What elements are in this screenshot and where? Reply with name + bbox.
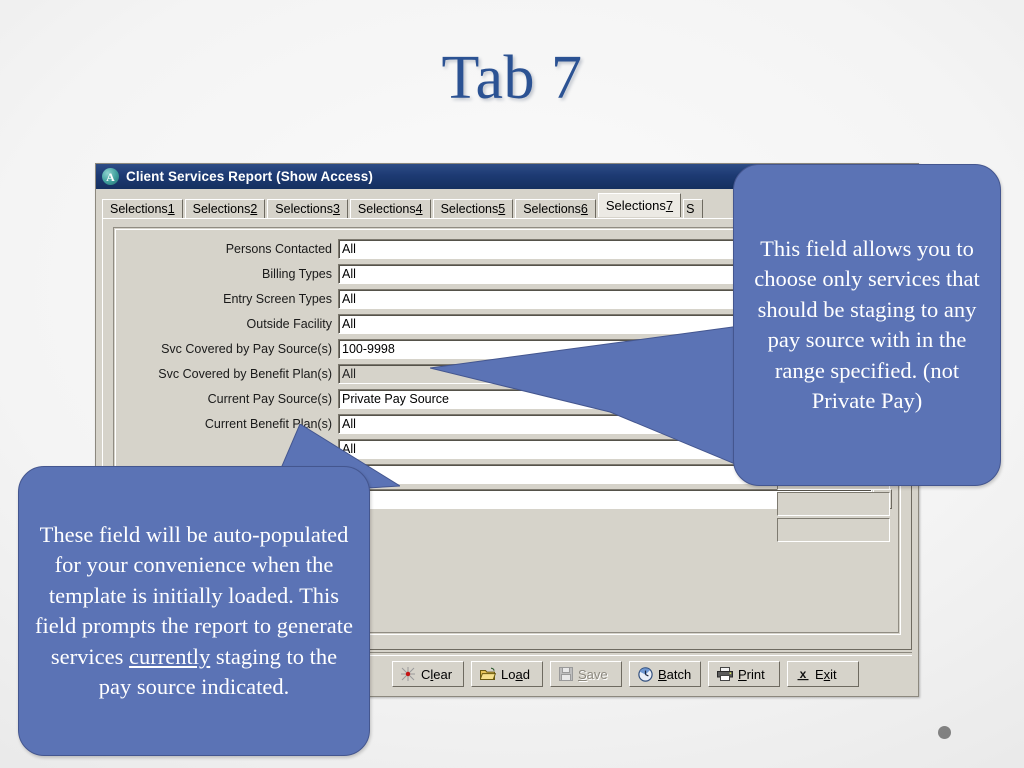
slide-canvas: Tab 7 A Client Services Report (Show Acc… [0,0,1024,768]
clear-button-label: Clear [421,666,453,682]
printer-icon [717,667,733,681]
field-label: Current Pay Source(s) [207,391,332,406]
tab-label: Selections [192,202,251,216]
clear-icon [401,666,416,682]
print-button[interactable]: Print [708,661,780,687]
left-callout-text: These field will be auto-populated for y… [19,520,369,703]
field-label: Svc Covered by Benefit Plan(s) [158,366,332,381]
tab-label: Selections [440,202,499,216]
tab-selections6[interactable]: Selections6 [515,199,596,220]
secondary-box-2[interactable] [777,492,890,516]
exit-button-label: Exit [815,666,837,682]
save-button[interactable]: Save [550,661,622,687]
window-title: Client Services Report (Show Access) [126,169,373,184]
decorative-dot [938,726,951,739]
tab-label: Selections [110,202,168,216]
batch-button-label: Batch [658,666,692,682]
tab-selections5[interactable]: Selections5 [432,199,514,220]
tab-label: Selections [357,202,416,216]
tab-mnemonic: 2 [250,202,258,216]
page-title: Tab 7 [441,44,583,112]
folder-open-icon [480,667,496,681]
tab-mnemonic: 6 [580,202,588,216]
save-button-label: Save [578,666,608,682]
clock-icon [638,666,653,682]
right-callout-text: This field allows you to choose only ser… [754,235,980,414]
exit-button[interactable]: x Exit [787,661,859,687]
tab-mnemonic: 1 [167,202,175,216]
clear-button[interactable]: Clear [392,661,464,687]
svg-text:x: x [800,667,807,681]
load-button-label: Load [501,666,530,682]
floppy-disk-icon [559,667,573,681]
field-label: Svc Covered by Pay Source(s) [161,341,332,356]
tab-selections8[interactable]: S [683,199,704,220]
access-app-icon: A [102,168,119,185]
tab-selections2[interactable]: Selections2 [184,199,266,220]
close-x-icon: x [796,667,810,681]
tab-mnemonic: 5 [498,202,506,216]
tab-selections1[interactable]: Selections1 [102,199,183,220]
right-callout-bubble: This field allows you to choose only ser… [733,164,1001,486]
left-callout-emphasis: currently [129,643,211,669]
field-label: Billing Types [262,266,332,281]
tab-selections4[interactable]: Selections4 [349,199,431,220]
batch-button[interactable]: Batch [629,661,701,687]
field-label: Entry Screen Types [223,291,332,306]
tab-label: S [686,202,695,216]
tab-label: Selections [605,198,666,213]
tab-selections3[interactable]: Selections3 [267,199,348,220]
right-callout-tail [430,326,740,466]
left-callout-bubble: These field will be auto-populated for y… [18,466,370,756]
tab-mnemonic: 7 [665,198,674,213]
tab-label: Selections [523,202,581,216]
field-label: Outside Facility [246,316,332,331]
field-label: Persons Contacted [225,241,332,256]
tab-label: Selections [275,202,333,216]
print-button-label: Print [738,666,765,682]
tab-mnemonic: 3 [332,202,340,216]
tab-mnemonic: 4 [415,202,423,216]
tab-selections7[interactable]: Selections7 [597,193,682,217]
load-button[interactable]: Load [471,661,543,687]
secondary-box-3[interactable] [777,518,890,542]
